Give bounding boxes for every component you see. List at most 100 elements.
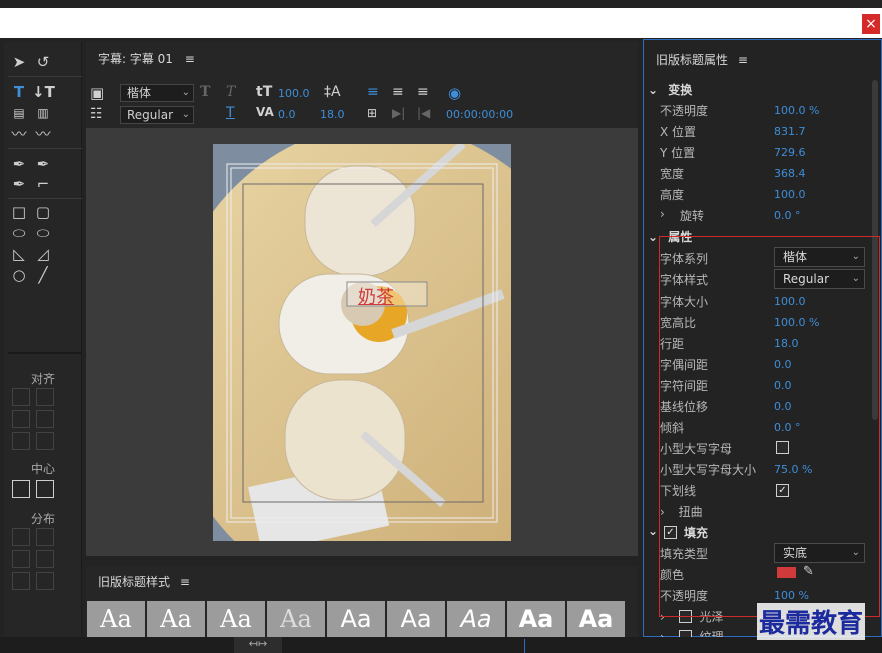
transform-row-value[interactable]: 831.7 (774, 125, 806, 138)
ellipse-tool-icon[interactable]: ○ (8, 265, 30, 285)
title-text[interactable]: 奶茶 (358, 283, 394, 309)
style-swatch[interactable]: Aa (507, 601, 565, 637)
fill-color-swatch[interactable] (777, 567, 796, 578)
property-row-value[interactable]: 18.0 (774, 337, 799, 350)
transform-row-value[interactable]: 100.0 % (774, 104, 819, 117)
sheen-checkbox[interactable] (678, 610, 692, 623)
clipped-corner-rectangle-tool-icon[interactable]: ⬭ (8, 223, 30, 243)
font-style-select[interactable]: Regular ⌄ (120, 106, 194, 124)
align-bottom-icon[interactable] (36, 432, 54, 450)
fill-checkbox[interactable]: ✓ (664, 526, 677, 539)
align-left-text-icon[interactable]: ≡ (367, 84, 379, 100)
next-frame-icon[interactable]: ▶| (392, 106, 405, 120)
distribute-right-icon[interactable] (12, 572, 30, 590)
rectangle-tool-icon[interactable]: □ (8, 202, 30, 222)
distribute-top-icon[interactable] (36, 528, 54, 546)
align-center-v-icon[interactable] (36, 410, 54, 428)
prev-frame-icon[interactable]: |◀ (417, 106, 430, 120)
small-caps-checkbox[interactable] (776, 441, 789, 454)
prop-font-style-select[interactable]: Regular ⌄ (774, 269, 865, 289)
tab-title[interactable]: 字幕: 字幕 01 ≡ (98, 50, 195, 67)
style-swatch[interactable]: Aa (447, 601, 505, 637)
distort-row[interactable]: › 扭曲 (660, 503, 703, 520)
property-row-value[interactable]: 0.0 ° (774, 421, 801, 434)
chevron-right-icon[interactable]: › (660, 207, 665, 221)
area-type-tool-icon[interactable]: ▤ (8, 103, 30, 123)
transform-row-value[interactable]: 729.6 (774, 146, 806, 159)
distribute-left-icon[interactable] (12, 528, 30, 546)
resize-handle-icon[interactable]: ↤↦ (234, 637, 282, 653)
line-tool-icon[interactable]: ╱ (32, 265, 54, 285)
fill-opacity-value[interactable]: 100 % (774, 589, 809, 602)
convert-anchor-tool-icon[interactable]: ⌐ (32, 174, 54, 194)
properties-scrollbar[interactable] (872, 80, 878, 420)
leading-value[interactable]: 18.0 (320, 108, 345, 121)
properties-menu-icon[interactable]: ≡ (738, 53, 748, 67)
show-background-video-icon[interactable]: ◉ (448, 84, 461, 102)
style-swatch[interactable]: Aa (87, 601, 145, 637)
transform-section[interactable]: ⌄ 变换 (648, 81, 692, 98)
underline-icon[interactable]: T (226, 105, 235, 121)
underline-checkbox[interactable]: ✓ (776, 484, 789, 497)
path-type-tool-icon[interactable]: 〰 (8, 124, 30, 144)
align-center-text-icon[interactable]: ≡ (392, 84, 404, 100)
close-button[interactable]: × (862, 14, 880, 34)
background-video-icon[interactable]: ▣ (90, 84, 104, 102)
property-row-value[interactable]: 0.0 (774, 400, 792, 413)
pen-tool-icon[interactable]: ✒ (8, 154, 30, 174)
vertical-path-type-tool-icon[interactable]: 〰 (32, 124, 54, 144)
style-swatch[interactable]: Aa (567, 601, 625, 637)
bold-icon[interactable]: T (200, 84, 210, 100)
style-swatch[interactable]: Aa (207, 601, 265, 637)
property-row-value[interactable]: 100.0 % (774, 316, 819, 329)
distribute-bottom-icon[interactable] (36, 572, 54, 590)
wedge-tool-icon[interactable]: ◺ (8, 244, 30, 264)
chevron-down-icon: ⌄ (648, 230, 659, 244)
styles-menu-icon[interactable]: ≡ (180, 575, 190, 589)
selection-tool-icon[interactable]: ➤ (8, 52, 30, 72)
font-family-select[interactable]: 楷体 ⌄ (120, 84, 194, 102)
tab-menu-icon[interactable]: ≡ (185, 52, 195, 66)
small-caps-size-value[interactable]: 75.0 % (774, 463, 812, 476)
align-right-icon[interactable] (12, 432, 30, 450)
fill-section[interactable]: ⌄ (648, 524, 658, 538)
transform-row-value[interactable]: 0.0 ° (774, 209, 801, 222)
property-row-value[interactable]: 100.0 (774, 295, 806, 308)
style-swatch[interactable]: Aa (147, 601, 205, 637)
property-row-value[interactable]: 0.0 (774, 358, 792, 371)
timecode[interactable]: 00:00:00:00 (446, 108, 513, 121)
align-right-text-icon[interactable]: ≡ (417, 84, 429, 100)
tab-stops-icon[interactable]: ☷ (90, 106, 103, 122)
transform-row-value[interactable]: 100.0 (774, 188, 806, 201)
type-tool-icon[interactable]: T (8, 82, 30, 102)
align-top-icon[interactable] (36, 388, 54, 406)
font-size-value[interactable]: 100.0 (278, 87, 310, 100)
eyedropper-icon[interactable]: ✎ (803, 564, 814, 579)
distribute-center-h-icon[interactable] (12, 550, 30, 568)
italic-icon[interactable]: T (226, 84, 235, 100)
style-swatch[interactable]: Aa (327, 601, 385, 637)
rounded-corner-rectangle-tool-icon[interactable]: ⬭ (32, 223, 54, 243)
align-left-icon[interactable] (12, 388, 30, 406)
rounded-rectangle-tool-icon[interactable]: ▢ (32, 202, 54, 222)
center-vertical-icon[interactable] (36, 480, 54, 498)
arc-tool-icon[interactable]: ◿ (32, 244, 54, 264)
style-swatch[interactable]: Aa (387, 601, 445, 637)
vertical-area-type-tool-icon[interactable]: ▥ (32, 103, 54, 123)
add-anchor-tool-icon[interactable]: ✒ (8, 174, 30, 194)
transform-row-value[interactable]: 368.4 (774, 167, 806, 180)
properties-section[interactable]: ⌄ 属性 (648, 228, 692, 245)
prop-font-family-select[interactable]: 楷体 ⌄ (774, 247, 865, 267)
vertical-type-tool-icon[interactable]: ↓T (32, 82, 55, 102)
sheen-row[interactable]: › 光泽 (660, 608, 723, 625)
distribute-center-v-icon[interactable] (36, 550, 54, 568)
tab-stop-icon[interactable]: ⊞ (367, 106, 377, 120)
kerning-value[interactable]: 0.0 (278, 108, 296, 121)
fill-type-select[interactable]: 实底 ⌄ (774, 543, 865, 563)
delete-anchor-tool-icon[interactable]: ✒ (32, 154, 54, 174)
align-center-h-icon[interactable] (12, 410, 30, 428)
center-horizontal-icon[interactable] (12, 480, 30, 498)
rotation-tool-icon[interactable]: ↺ (32, 52, 54, 72)
property-row-value[interactable]: 0.0 (774, 379, 792, 392)
style-swatch[interactable]: Aa (267, 601, 325, 637)
